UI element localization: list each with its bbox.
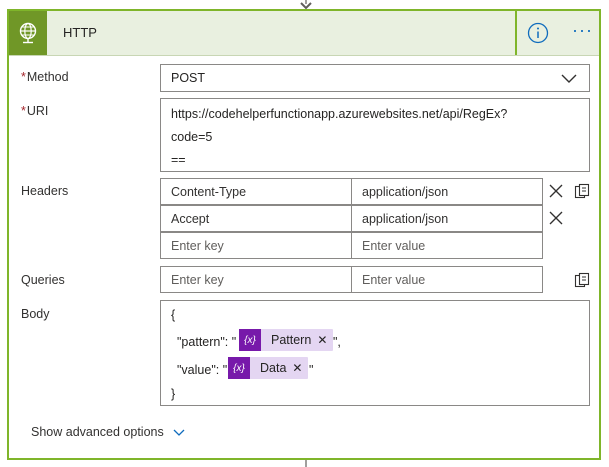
uri-label-text: URI bbox=[26, 104, 49, 118]
advanced-label: Show advanced options bbox=[31, 425, 164, 439]
required-mark: * bbox=[21, 70, 26, 84]
header-value-placeholder: Enter value bbox=[362, 239, 426, 253]
query-key-placeholder: Enter key bbox=[171, 273, 224, 287]
action-title: HTTP bbox=[63, 25, 97, 40]
body-editor[interactable]: { "pattern": " {x} Pattern ✕ ", "value":… bbox=[160, 300, 590, 406]
value-suffix: " bbox=[309, 363, 314, 377]
action-title-area[interactable]: HTTP bbox=[9, 11, 517, 55]
close-icon[interactable] bbox=[549, 211, 563, 225]
method-value: POST bbox=[171, 71, 206, 85]
expression-icon: {x} bbox=[239, 329, 261, 351]
pattern-token-label: Pattern bbox=[271, 333, 312, 347]
pattern-token[interactable]: {x} Pattern ✕ bbox=[239, 329, 334, 351]
more-options-button[interactable]: ··· bbox=[572, 21, 596, 44]
query-key-input[interactable]: Enter key bbox=[160, 266, 352, 293]
close-icon[interactable] bbox=[549, 184, 563, 198]
header-value: application/json bbox=[362, 212, 449, 226]
http-action-card: HTTP ··· *Method POST *URI https://codeh… bbox=[7, 9, 601, 460]
uri-line-1: https://codehelperfunctionapp.azurewebsi… bbox=[171, 107, 508, 121]
globe-icon bbox=[9, 11, 47, 55]
action-header[interactable]: HTTP ··· bbox=[9, 11, 599, 56]
query-value-input[interactable]: Enter value bbox=[351, 266, 543, 293]
header-key: Accept bbox=[171, 212, 210, 226]
remove-token-icon[interactable]: ✕ bbox=[317, 333, 333, 347]
expression-icon: {x} bbox=[228, 357, 250, 379]
uri-label: *URI bbox=[21, 104, 48, 118]
body-open-brace: { bbox=[171, 308, 176, 322]
query-value-placeholder: Enter value bbox=[362, 273, 426, 287]
header-key: Content-Type bbox=[171, 185, 247, 199]
header-value: application/json bbox=[362, 185, 449, 199]
header-key-placeholder: Enter key bbox=[171, 239, 224, 253]
header-value-input[interactable]: Enter value bbox=[351, 232, 543, 259]
value-key: "value": " bbox=[177, 363, 228, 377]
method-label: *Method bbox=[21, 70, 69, 84]
pattern-key: "pattern": " bbox=[177, 335, 237, 349]
chevron-down-icon bbox=[173, 429, 185, 436]
uri-line-2: code=5 bbox=[171, 130, 213, 144]
pattern-suffix: ", bbox=[333, 335, 341, 349]
header-value-cell[interactable]: application/json bbox=[351, 178, 543, 205]
switch-to-text-mode-icon[interactable] bbox=[574, 183, 590, 199]
show-advanced-options-button[interactable]: Show advanced options bbox=[31, 425, 185, 439]
info-icon[interactable] bbox=[527, 22, 549, 44]
data-token[interactable]: {x} Data ✕ bbox=[228, 357, 309, 379]
body-label: Body bbox=[21, 307, 50, 321]
chevron-down-icon bbox=[561, 74, 577, 83]
uri-line-3: == bbox=[171, 153, 186, 167]
method-label-text: Method bbox=[26, 70, 69, 84]
switch-to-text-mode-icon[interactable] bbox=[574, 272, 590, 288]
required-mark: * bbox=[21, 104, 26, 118]
data-token-label: Data bbox=[260, 361, 287, 375]
headers-label: Headers bbox=[21, 184, 69, 198]
body-close-brace: } bbox=[171, 387, 176, 401]
header-key-cell[interactable]: Accept bbox=[160, 205, 352, 232]
header-key-cell[interactable]: Content-Type bbox=[160, 178, 352, 205]
header-key-input[interactable]: Enter key bbox=[160, 232, 352, 259]
remove-token-icon[interactable]: ✕ bbox=[292, 361, 308, 375]
queries-label: Queries bbox=[21, 273, 65, 287]
uri-input[interactable]: https://codehelperfunctionapp.azurewebsi… bbox=[160, 98, 590, 172]
header-value-cell[interactable]: application/json bbox=[351, 205, 543, 232]
method-dropdown[interactable]: POST bbox=[160, 64, 590, 92]
